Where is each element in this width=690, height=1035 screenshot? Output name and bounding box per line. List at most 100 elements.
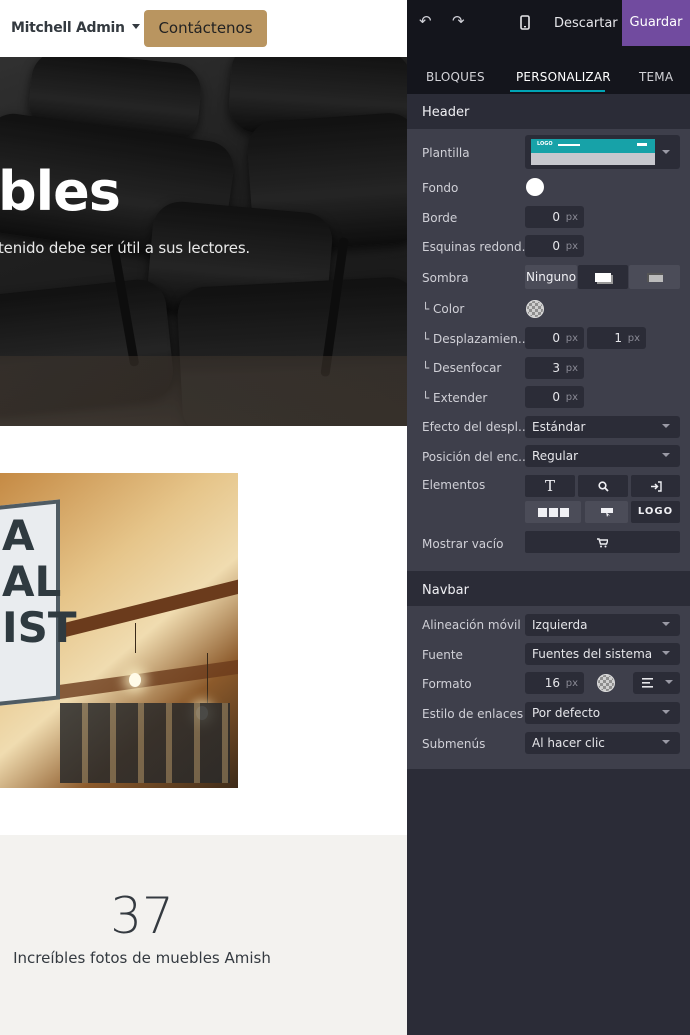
desenfocar-value: 3 (552, 361, 560, 375)
borde-unit: px (565, 212, 578, 223)
fuente-label: Fuente (422, 648, 463, 662)
chevron-down-icon (662, 622, 670, 626)
twitter-icon (548, 508, 558, 517)
extender-label: └ Extender (422, 391, 488, 405)
sombra-inset-button[interactable] (629, 265, 680, 289)
shadow-outset-icon (595, 273, 611, 282)
desplazamiento-x-value: 0 (552, 331, 560, 345)
submenus-value: Al hacer clic (532, 736, 605, 750)
elemento-logo-button[interactable]: LOGO (631, 501, 680, 523)
hero-subtitle: tenido debe ser útil a sus lectores. (0, 239, 251, 257)
sombra-label: Sombra (422, 271, 469, 285)
formato-label: Formato (422, 677, 472, 691)
plantilla-logo-text: LOGO (537, 141, 553, 147)
fondo-color-swatch[interactable] (526, 178, 544, 196)
mobile-preview-icon[interactable] (520, 15, 530, 34)
user-menu-dropdown[interactable]: Mitchell Admin (11, 20, 140, 36)
esquinas-unit: px (565, 241, 578, 252)
sombra-ninguno-button[interactable]: Ninguno (525, 265, 577, 289)
elemento-callout-button[interactable] (585, 501, 628, 523)
contact-button[interactable]: Contáctenos (144, 10, 267, 47)
estilo-enlaces-value: Por defecto (532, 706, 601, 720)
save-button[interactable]: Guardar (622, 0, 690, 46)
chevron-down-icon (662, 651, 670, 655)
chevron-down-icon (662, 710, 670, 714)
redo-icon[interactable]: ↷ (452, 12, 465, 30)
desenfocar-label: └ Desenfocar (422, 361, 502, 375)
chevron-down-icon (665, 680, 673, 684)
posicion-select[interactable]: Regular (525, 445, 680, 467)
efecto-select[interactable]: Estándar (525, 416, 680, 438)
elementos-label: Elementos (422, 478, 486, 492)
stat-number: 37 (110, 887, 174, 945)
elemento-signin-button[interactable] (631, 475, 680, 497)
tab-personalizar[interactable]: PERSONALIZAR (516, 70, 611, 84)
photo-sign-text: A AL IST (2, 511, 77, 652)
editor-panel-empty-area (407, 769, 690, 1035)
chevron-down-icon (662, 453, 670, 457)
alineacion-label: Alineación móvil (422, 618, 521, 632)
undo-icon[interactable]: ↶ (419, 12, 432, 30)
fuente-select[interactable]: Fuentes del sistema (525, 643, 680, 665)
navbar-options: Alineación móvil Izquierda Fuente Fuente… (407, 606, 690, 769)
photo-bulb (129, 673, 141, 687)
shadow-inset-icon (646, 273, 663, 282)
elemento-search-button[interactable] (578, 475, 628, 497)
formato-size-input[interactable]: 16 px (525, 672, 584, 694)
fondo-label: Fondo (422, 181, 459, 195)
estilo-enlaces-label: Estilo de enlaces (422, 707, 524, 721)
extender-input[interactable]: 0 px (525, 386, 584, 408)
hero-title: bles (0, 160, 121, 223)
desplazamiento-y-unit: px (627, 333, 640, 344)
borde-label: Borde (422, 211, 458, 225)
discard-button[interactable]: Descartar (554, 16, 618, 31)
efecto-label: Efecto del despl... (422, 420, 530, 434)
plantilla-button-mark (637, 143, 647, 146)
desenfocar-unit: px (565, 363, 578, 374)
shadow-color-label: └ Color (422, 302, 465, 316)
estilo-enlaces-select[interactable]: Por defecto (525, 702, 680, 724)
esquinas-label: Esquinas redond... (422, 240, 534, 254)
borde-input[interactable]: 0 px (525, 206, 584, 228)
submenus-select[interactable]: Al hacer clic (525, 732, 680, 754)
elemento-text-button[interactable]: T (525, 475, 575, 497)
tab-tema[interactable]: TEMA (639, 70, 673, 84)
plantilla-menu-line (558, 144, 580, 146)
extender-value: 0 (552, 390, 560, 404)
elemento-social-button[interactable] (525, 501, 581, 523)
site-header: Mitchell Admin Contáctenos (0, 0, 407, 57)
desplazamiento-y-input[interactable]: 1 px (587, 327, 646, 349)
tab-bloques[interactable]: BLOQUES (426, 70, 485, 84)
sign-in-icon (650, 481, 662, 492)
sombra-outset-button[interactable] (578, 265, 628, 289)
desenfocar-input[interactable]: 3 px (525, 357, 584, 379)
efecto-value: Estándar (532, 420, 586, 434)
header-section-title: Header (422, 105, 470, 120)
extender-unit: px (565, 392, 578, 403)
formato-align-select[interactable] (633, 672, 680, 694)
plantilla-label: Plantilla (422, 146, 470, 160)
plantilla-select[interactable]: LOGO (525, 135, 680, 169)
align-left-icon (642, 678, 653, 688)
posicion-label: Posición del enc... (422, 450, 530, 464)
header-section-title-bar[interactable]: Header (407, 94, 690, 129)
posicion-value: Regular (532, 449, 579, 463)
photo-wire (135, 623, 136, 653)
bar-photo[interactable]: A AL IST (0, 473, 238, 788)
shadow-color-swatch[interactable] (526, 300, 544, 318)
alineacion-select[interactable]: Izquierda (525, 614, 680, 636)
mostrar-vacio-cart-button[interactable] (525, 531, 680, 553)
formato-color-swatch[interactable] (597, 674, 615, 692)
navbar-section-title-bar[interactable]: Navbar (407, 571, 690, 606)
esquinas-input[interactable]: 0 px (525, 235, 584, 257)
linkedin-icon (559, 508, 569, 517)
hero-section[interactable]: bles tenido debe ser útil a sus lectores… (0, 57, 407, 426)
desplazamiento-x-input[interactable]: 0 px (525, 327, 584, 349)
photo-wire (207, 653, 208, 703)
navbar-section-title: Navbar (422, 583, 469, 598)
borde-value: 0 (552, 210, 560, 224)
call-to-action-icon (600, 508, 613, 517)
desplazamiento-y-value: 1 (614, 331, 622, 345)
desplazamiento-x-unit: px (565, 333, 578, 344)
esquinas-value: 0 (552, 239, 560, 253)
